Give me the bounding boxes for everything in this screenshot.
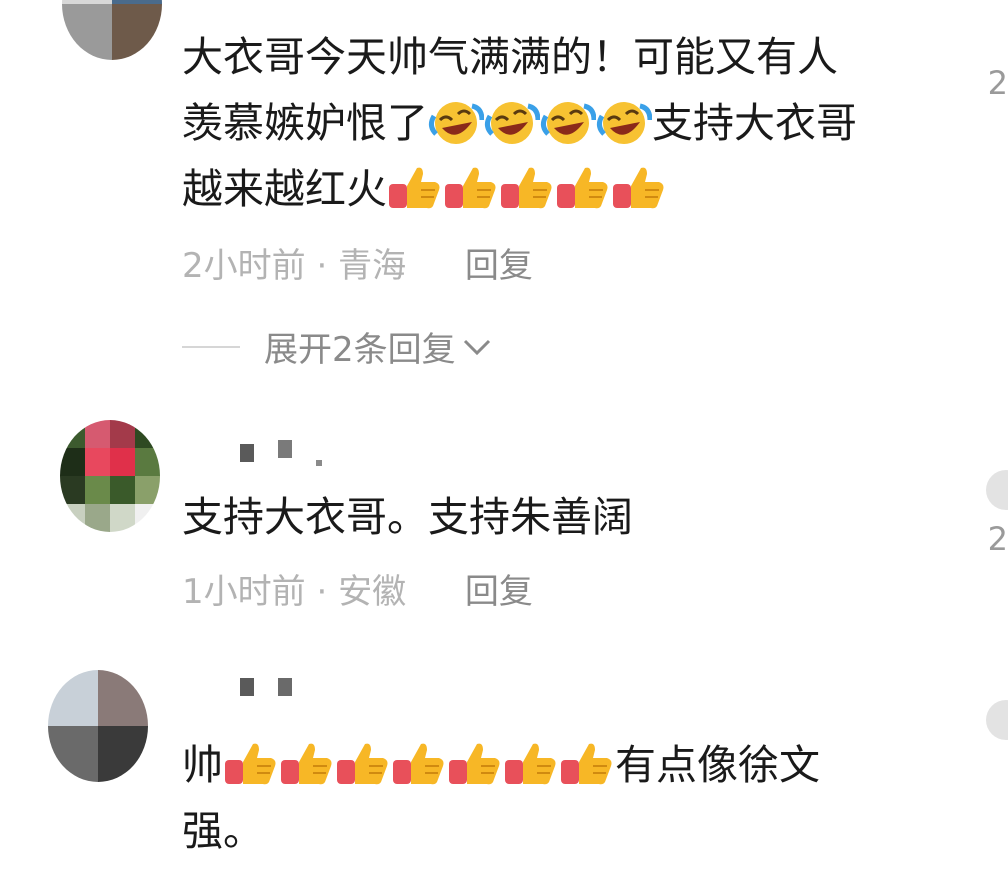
meta-separator: · xyxy=(316,246,328,286)
avatar[interactable] xyxy=(62,0,162,60)
comment-location: 安徽 xyxy=(338,572,407,612)
divider xyxy=(182,345,240,348)
comment-meta: 1小时前 · 安徽 回复 xyxy=(182,564,533,613)
face-with-tears-of-joy-icon xyxy=(428,102,484,144)
comment-line-2: 强。 xyxy=(182,807,264,855)
face-with-tears-of-joy-icon xyxy=(596,102,652,144)
thumbs-up-icon xyxy=(557,167,608,209)
comment-location: 青海 xyxy=(338,246,407,286)
thumbs-up-icon xyxy=(389,167,440,209)
comment-text: 帅有点像徐文 强。 xyxy=(182,732,942,864)
like-count: 2 xyxy=(987,64,1008,102)
comment-line-3: 越来越红火 xyxy=(182,156,942,222)
laugh-emoji-group xyxy=(428,99,652,147)
comment-meta: 2小时前 · 青海 回复 xyxy=(182,238,533,287)
face-with-tears-of-joy-icon xyxy=(540,102,596,144)
comment-text: 支持大衣哥。支持朱善阔 xyxy=(182,493,633,541)
meta-separator: · xyxy=(316,572,328,612)
like-icon[interactable] xyxy=(986,470,1008,510)
thumbs-emoji-group xyxy=(387,165,667,213)
thumbs-up-icon xyxy=(613,167,664,209)
thumbs-up-icon xyxy=(393,743,444,785)
face-with-tears-of-joy-icon xyxy=(484,102,540,144)
comment-time: 2小时前 xyxy=(182,246,306,286)
thumbs-up-icon xyxy=(449,743,500,785)
comment-time: 1小时前 xyxy=(182,572,306,612)
username-mosaic[interactable] xyxy=(240,678,300,700)
thumbs-up-icon xyxy=(501,167,552,209)
thumbs-up-icon xyxy=(281,743,332,785)
chevron-down-icon xyxy=(463,339,490,355)
thumbs-up-icon xyxy=(225,743,276,785)
comment-text: 大衣哥今天帅气满满的！可能又有人 羡慕嫉妒恨了 支持大衣哥 越来越红火 xyxy=(182,24,942,222)
like-icon[interactable] xyxy=(986,700,1008,740)
avatar[interactable] xyxy=(48,670,148,782)
like-count: 2 xyxy=(987,520,1008,558)
comment-line-1: 帅有点像徐文 xyxy=(182,741,820,789)
thumbs-up-icon xyxy=(505,743,556,785)
thumbs-up-icon xyxy=(445,167,496,209)
comment-list: { "comments": [ { "text_line1": "大衣哥今天帅气… xyxy=(0,0,1008,869)
username-mosaic[interactable] xyxy=(240,440,330,466)
avatar[interactable] xyxy=(60,420,160,532)
expand-replies-label: 展开2条回复 xyxy=(264,330,456,370)
thumbs-up-icon xyxy=(561,743,612,785)
thumbs-up-icon xyxy=(337,743,388,785)
comment-line-2: 羡慕嫉妒恨了 支持大衣哥 xyxy=(182,90,942,156)
reply-button[interactable]: 回复 xyxy=(465,572,533,612)
expand-replies-button[interactable]: 展开2条回复 xyxy=(182,322,492,371)
reply-button[interactable]: 回复 xyxy=(465,246,533,286)
comment-line-1: 大衣哥今天帅气满满的！可能又有人 xyxy=(182,33,838,81)
thumbs-emoji-group xyxy=(223,741,615,789)
